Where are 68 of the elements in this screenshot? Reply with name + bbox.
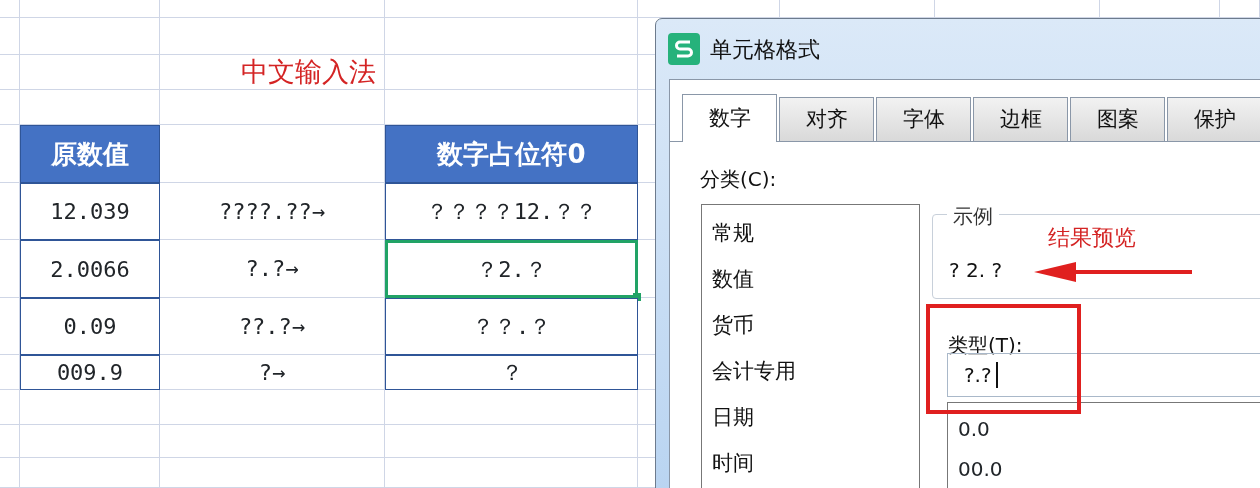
spreadsheet-cell[interactable] [160,425,385,458]
list-item[interactable]: 会计专用 [712,349,909,395]
list-item[interactable]: 日期 [712,395,909,441]
spreadsheet-cell[interactable] [160,90,385,125]
spreadsheet-cell[interactable] [0,90,20,125]
sample-value: ? 2. ? [949,257,1003,284]
spreadsheet-cell[interactable] [20,458,160,488]
spreadsheet-cell[interactable] [160,458,385,488]
category-label: 分类(C): [700,166,777,193]
spreadsheet-cell[interactable] [20,0,160,18]
spreadsheet-cell[interactable] [20,425,160,458]
table-cell: 0.09 [20,298,160,355]
text-cursor [995,362,998,388]
list-item[interactable]: 常规 [712,211,909,257]
table-cell: ？？.？ [385,298,638,355]
spreadsheet-cell[interactable] [160,18,385,55]
tab[interactable]: 数字 [682,94,777,142]
spreadsheet-cell[interactable] [160,125,385,183]
format-list[interactable]: 0.0 00.0 [947,402,1260,488]
table-cell: ？？？？12.？？ [385,183,638,240]
spreadsheet-cell[interactable] [20,90,160,125]
table-cell: ？ [385,355,638,390]
spreadsheet-cell[interactable] [385,55,638,90]
spreadsheet-cell[interactable] [0,355,20,390]
table-cell: 009.9 [20,355,160,390]
table-cell: 12.039 [20,183,160,240]
tab[interactable]: 字体 [876,97,971,141]
tab[interactable]: 保护 [1167,97,1260,141]
header-cell: 原数值 [20,125,160,183]
category-list[interactable]: 常规 数值 货币 会计专用 日期 时间 [701,204,920,488]
tab[interactable]: 图案 [1070,97,1165,141]
spreadsheet-cell[interactable] [385,458,638,488]
table-cell: ？2.？ [385,240,638,298]
spreadsheet-cell[interactable] [20,390,160,425]
header-cell: 数字占位符0 [385,125,638,183]
table-cell: 2.0066 [20,240,160,298]
spreadsheet-cell[interactable] [0,425,20,458]
app-icon [668,33,700,65]
spreadsheet-cell[interactable] [0,183,20,240]
field-value: ?.? [964,362,992,389]
spreadsheet-cell[interactable] [20,55,160,90]
spreadsheet-cell[interactable] [385,390,638,425]
spreadsheet-cell[interactable] [385,90,638,125]
list-item[interactable]: 时间 [712,441,909,487]
spreadsheet-cell[interactable] [0,458,20,488]
spreadsheet-cell[interactable] [0,55,20,90]
spreadsheet-cell[interactable] [385,425,638,458]
spreadsheet-cell[interactable] [385,18,638,55]
spreadsheet-cell[interactable] [0,240,20,298]
annotation-text: 结果预览 [1048,224,1136,252]
annotation-text: 中文输入法 [160,55,385,90]
list-item[interactable]: 00.0 [958,449,1255,488]
list-item[interactable]: 0.0 [958,409,1255,449]
list-item[interactable]: 数值 [712,257,909,303]
spreadsheet-cell[interactable] [160,390,385,425]
spreadsheet-cell[interactable] [0,18,20,55]
type-field[interactable]: ?.? [947,353,1260,397]
tab[interactable]: 边框 [973,97,1068,141]
spreadsheet-cell[interactable] [0,0,20,18]
list-item[interactable]: 货币 [712,303,909,349]
spreadsheet-cell[interactable] [0,125,20,183]
spreadsheet-cell[interactable] [20,18,160,55]
window-title: 单元格格式 [710,35,820,64]
spreadsheet-cell[interactable] [385,0,638,18]
tab[interactable]: 对齐 [779,97,874,141]
spreadsheet-cell[interactable] [0,298,20,355]
spreadsheet-cell[interactable] [0,390,20,425]
spreadsheet-cell[interactable] [160,0,385,18]
